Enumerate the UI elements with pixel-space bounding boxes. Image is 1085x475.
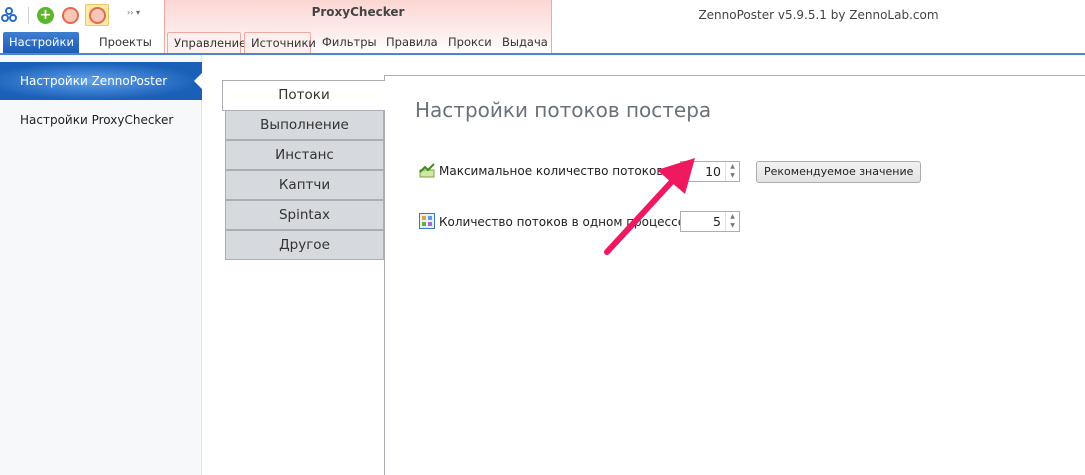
selection-arrow-icon — [194, 73, 202, 89]
page-title: Настройки потоков постера — [415, 98, 712, 122]
tab-other[interactable]: Другое — [225, 230, 384, 260]
tab-spintax[interactable]: Spintax — [225, 200, 384, 230]
tab-output[interactable]: Выдача — [496, 32, 550, 53]
divider — [28, 7, 29, 24]
chart-up-icon — [419, 163, 435, 178]
settings-panel — [384, 75, 1085, 475]
add-icon[interactable]: + — [37, 7, 54, 24]
recommended-value-button[interactable]: Рекомендуемое значение — [756, 161, 922, 183]
tab-threads[interactable]: Потоки — [222, 80, 385, 111]
tab-sources[interactable]: Источники — [244, 32, 316, 53]
annotation-arrow-icon — [604, 158, 695, 255]
app-logo-icon[interactable] — [1, 7, 17, 23]
sidebar-item-proxychecker[interactable]: Настройки ProxyChecker — [20, 113, 173, 127]
stop-button[interactable] — [85, 4, 109, 26]
process-grid-icon — [419, 213, 435, 229]
tab-settings[interactable]: Настройки — [3, 32, 79, 53]
tab-filters[interactable]: Фильтры — [316, 32, 377, 53]
spinner-arrows-icon[interactable]: ▲ ▼ — [725, 162, 739, 181]
tab-execution[interactable]: Выполнение — [225, 110, 384, 140]
play-icon[interactable] — [62, 7, 79, 24]
tab-management[interactable]: Управление — [167, 32, 246, 53]
tab-instance[interactable]: Инстанс — [225, 140, 384, 170]
stop-icon — [89, 7, 106, 24]
tab-proxy[interactable]: Прокси — [442, 32, 492, 53]
sidebar-item-zennoposter[interactable]: Настройки ZennoPoster — [0, 62, 202, 100]
tab-rules[interactable]: Правила — [380, 32, 438, 53]
tab-projects[interactable]: Проекты — [93, 32, 153, 53]
more-icon[interactable]: ›› ▾ — [127, 8, 140, 17]
spinner-arrows-icon[interactable]: ▲ ▼ — [725, 212, 739, 231]
context-group-title: ProxyChecker — [311, 5, 405, 19]
app-title: ZennoPoster v5.9.5.1 by ZennoLab.com — [698, 8, 939, 22]
tab-captcha[interactable]: Каптчи — [225, 170, 384, 200]
